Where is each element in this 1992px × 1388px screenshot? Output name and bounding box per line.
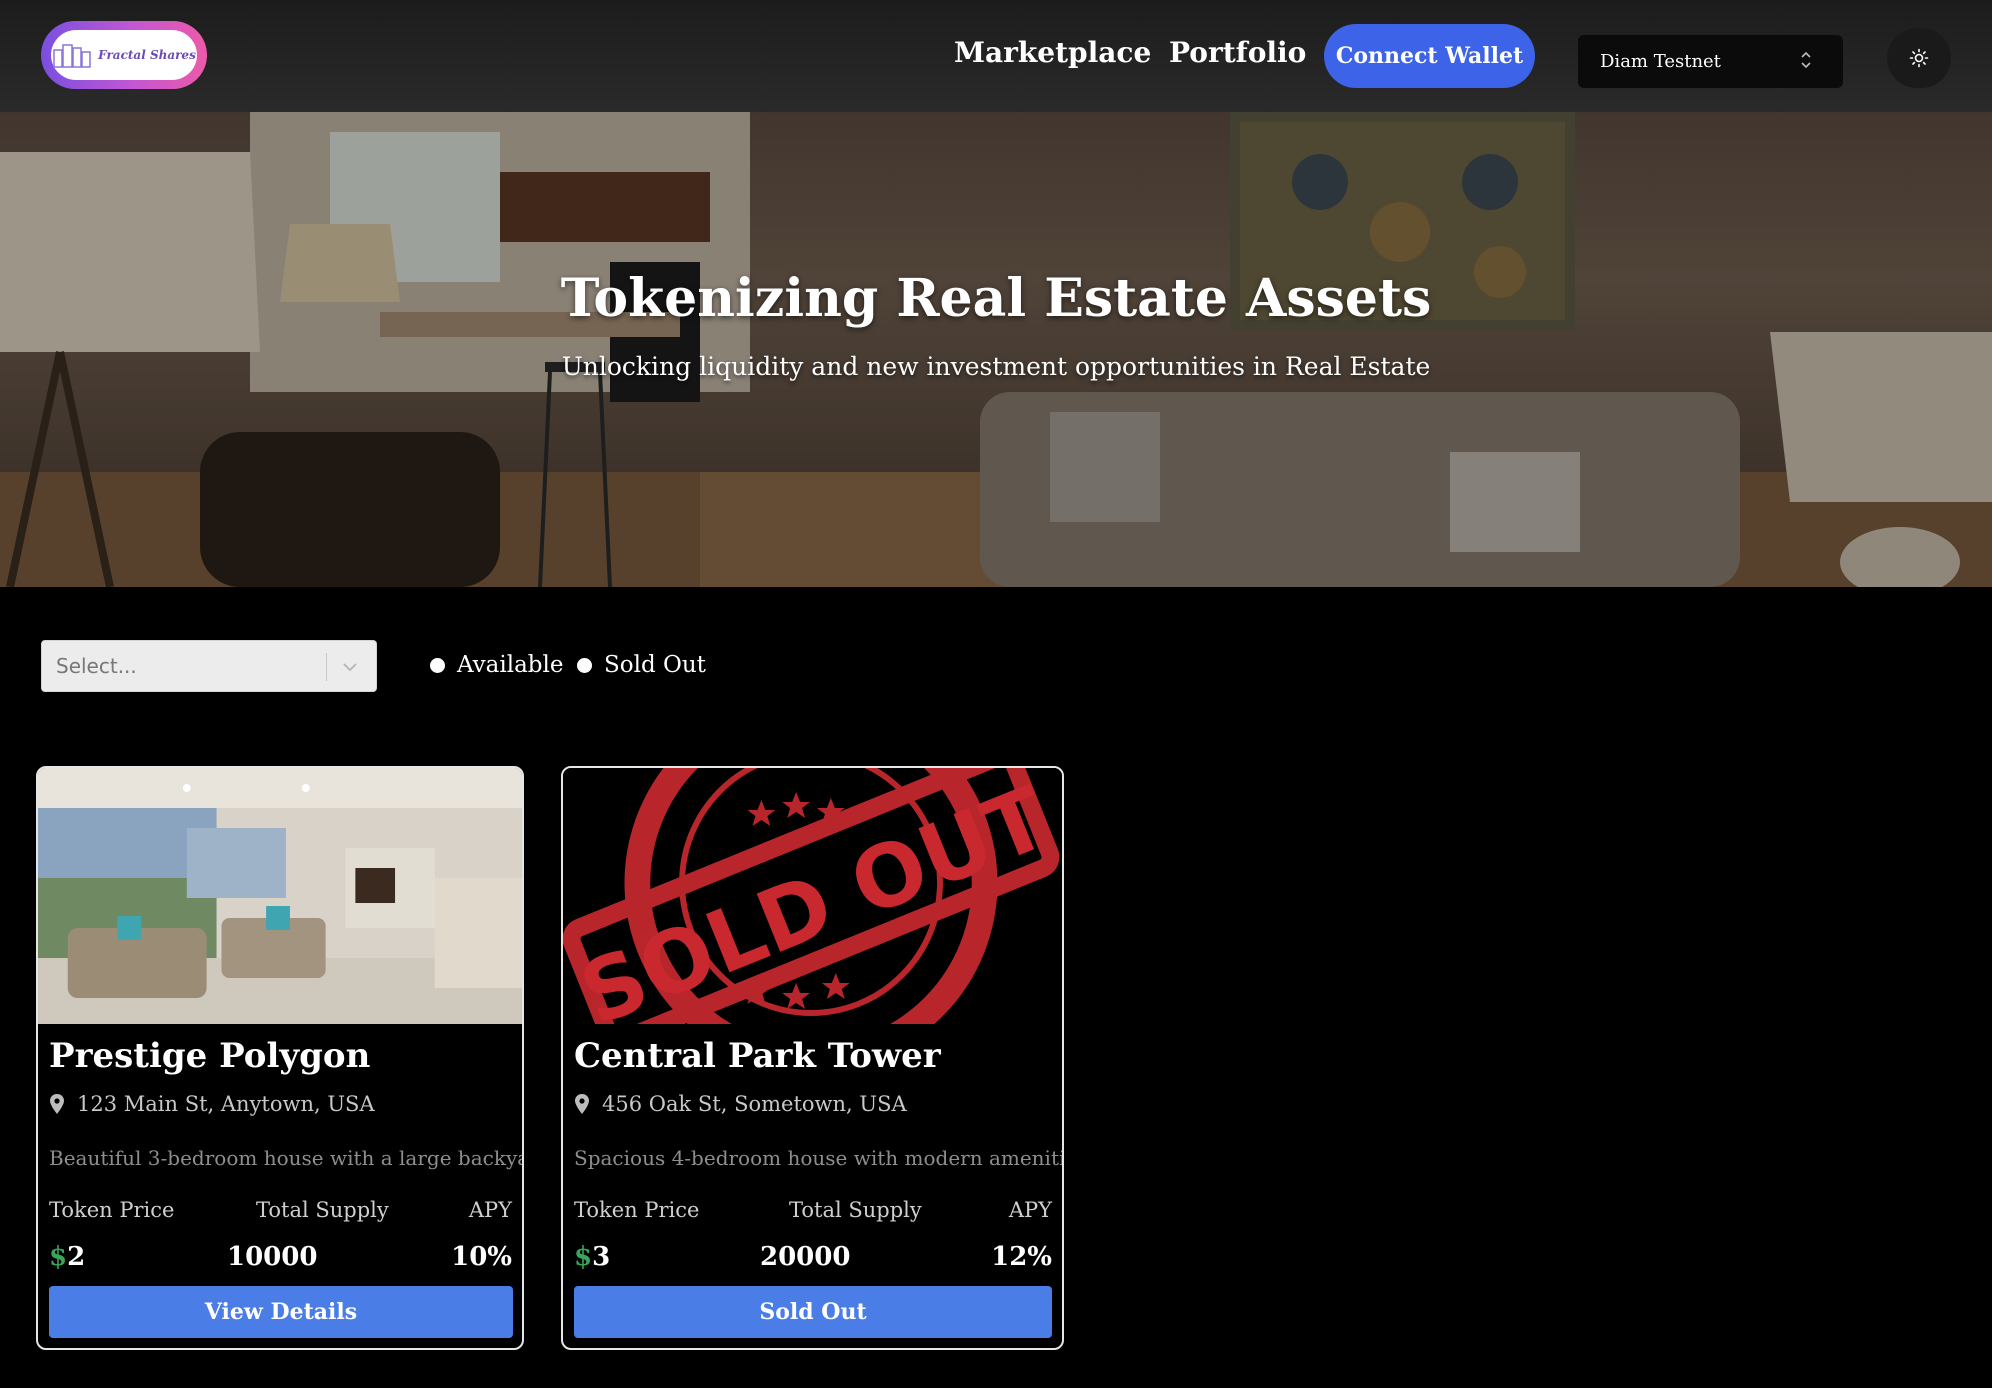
property-description: Spacious 4-bedroom house with modern ame… — [574, 1146, 1064, 1170]
buildings-icon — [53, 44, 91, 68]
property-location: 123 Main St, Anytown, USA — [49, 1092, 375, 1116]
network-select-value: Diam Testnet — [1600, 51, 1721, 72]
filter-select-placeholder: Select... — [56, 654, 137, 678]
view-details-button[interactable]: View Details — [49, 1286, 513, 1338]
total-supply-value: 10000 — [227, 1242, 318, 1272]
navbar: Fractal Shares Marketplace Portfolio Con… — [0, 0, 1992, 112]
property-card[interactable]: SOLD OUT Central Park Tower 456 Oak St, … — [561, 766, 1064, 1350]
total-supply-label: Total Supply — [789, 1198, 922, 1222]
nav-link-portfolio[interactable]: Portfolio — [1169, 36, 1306, 69]
property-card[interactable]: Prestige Polygon 123 Main St, Anytown, U… — [36, 766, 524, 1350]
radio-sold-out[interactable]: Sold Out — [577, 652, 706, 678]
logo-badge: Fractal Shares — [51, 30, 197, 80]
connect-wallet-button[interactable]: Connect Wallet — [1324, 24, 1535, 88]
total-supply-label: Total Supply — [256, 1198, 389, 1222]
token-price-number: 3 — [592, 1242, 611, 1272]
chevron-up-down-icon — [1801, 51, 1811, 69]
sun-icon — [1909, 48, 1929, 68]
token-price-value: $2 — [49, 1242, 85, 1272]
property-name: Prestige Polygon — [49, 1036, 371, 1076]
radio-available[interactable]: Available — [430, 652, 564, 678]
property-address: 123 Main St, Anytown, USA — [77, 1092, 375, 1116]
hero-overlay — [0, 112, 1992, 587]
network-select[interactable]: Diam Testnet — [1578, 35, 1843, 88]
property-filter-select[interactable]: Select... — [41, 640, 377, 692]
brand-logo[interactable]: Fractal Shares — [41, 21, 207, 89]
map-pin-icon — [575, 1094, 589, 1114]
radio-available-label: Available — [457, 652, 564, 678]
map-pin-icon — [50, 1094, 64, 1114]
radio-available-dot[interactable] — [430, 657, 445, 673]
sold-out-button[interactable]: Sold Out — [574, 1286, 1052, 1338]
radio-sold-out-label: Sold Out — [604, 652, 706, 678]
property-location: 456 Oak St, Sometown, USA — [574, 1092, 907, 1116]
property-description: Beautiful 3-bedroom house with a large b… — [49, 1146, 524, 1170]
hero-banner: Tokenizing Real Estate Assets Unlocking … — [0, 112, 1992, 587]
nav-link-marketplace[interactable]: Marketplace — [954, 36, 1151, 69]
dollar-icon: $ — [574, 1242, 593, 1272]
apy-label: APY — [1008, 1198, 1052, 1222]
property-image — [38, 768, 522, 1024]
token-price-value: $3 — [574, 1242, 610, 1272]
total-supply-value: 20000 — [760, 1242, 851, 1272]
hero-subtitle: Unlocking liquidity and new investment o… — [561, 352, 1431, 381]
radio-sold-out-dot[interactable] — [577, 657, 592, 673]
hero-title: Tokenizing Real Estate Assets — [560, 268, 1432, 329]
token-price-number: 2 — [67, 1242, 86, 1272]
apy-value: 10% — [451, 1242, 512, 1272]
dollar-icon: $ — [49, 1242, 68, 1272]
apy-value: 12% — [991, 1242, 1052, 1272]
apy-label: APY — [468, 1198, 512, 1222]
stamp-text: SOLD OUT — [567, 768, 1062, 1024]
select-separator — [326, 653, 327, 681]
sold-out-stamp-lettering: SOLD OUT — [567, 768, 1062, 1024]
chevron-down-icon[interactable] — [340, 657, 360, 677]
logo-text: Fractal Shares — [98, 48, 196, 62]
token-price-label: Token Price — [574, 1198, 700, 1222]
token-price-label: Token Price — [49, 1198, 175, 1222]
property-address: 456 Oak St, Sometown, USA — [602, 1092, 907, 1116]
property-name: Central Park Tower — [574, 1036, 941, 1076]
theme-toggle-button[interactable] — [1887, 28, 1951, 88]
